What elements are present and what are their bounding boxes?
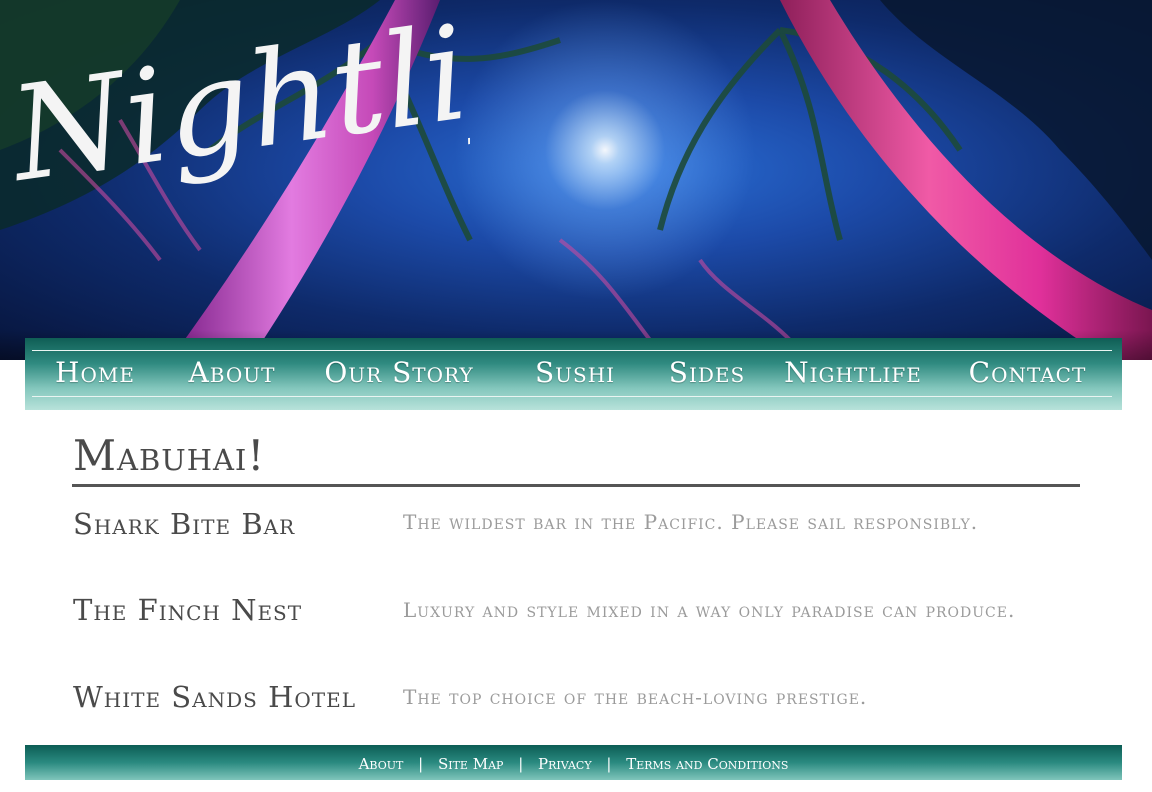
footer-separator: | xyxy=(606,755,612,773)
main-navigation: Home About Our Story Sushi Sides Nightli… xyxy=(25,338,1122,410)
hero-banner: Nightlife xyxy=(0,0,1152,360)
footer-bar: About | Site Map | Privacy | Terms and C… xyxy=(25,745,1122,780)
footer-link-terms[interactable]: Terms and Conditions xyxy=(626,755,788,773)
nav-item-sides[interactable]: Sides xyxy=(657,350,757,396)
venue-description: The wildest bar in the Pacific. Please s… xyxy=(403,510,979,534)
nav-item-contact[interactable]: Contact xyxy=(960,350,1095,396)
footer-separator: | xyxy=(418,755,424,773)
footer-link-about[interactable]: About xyxy=(359,755,404,773)
title-divider xyxy=(72,484,1080,487)
footer-link-privacy[interactable]: Privacy xyxy=(538,755,592,773)
venue-name-finch-nest: The Finch Nest xyxy=(73,593,303,627)
nav-item-home[interactable]: Home xyxy=(45,350,145,396)
venue-name-shark-bite-bar: Shark Bite Bar xyxy=(73,507,296,541)
nav-item-about[interactable]: About xyxy=(177,350,287,396)
footer-link-site-map[interactable]: Site Map xyxy=(438,755,503,773)
svg-text:Nightlife: Nightlife xyxy=(0,0,470,200)
nav-bottom-rule xyxy=(32,396,1112,397)
venue-name-white-sands-hotel: White Sands Hotel xyxy=(73,680,356,714)
nav-item-sushi[interactable]: Sushi xyxy=(525,350,625,396)
footer-separator: | xyxy=(518,755,524,773)
nav-item-our-story[interactable]: Our Story xyxy=(320,350,478,396)
venue-description: The top choice of the beach-loving prest… xyxy=(403,685,868,709)
venue-description: Luxury and style mixed in a way only par… xyxy=(403,598,1016,622)
nightlife-script-logo: Nightlife xyxy=(0,0,470,200)
nav-item-nightlife[interactable]: Nightlife xyxy=(783,350,923,396)
page-title: Mabuhai! xyxy=(73,431,266,480)
